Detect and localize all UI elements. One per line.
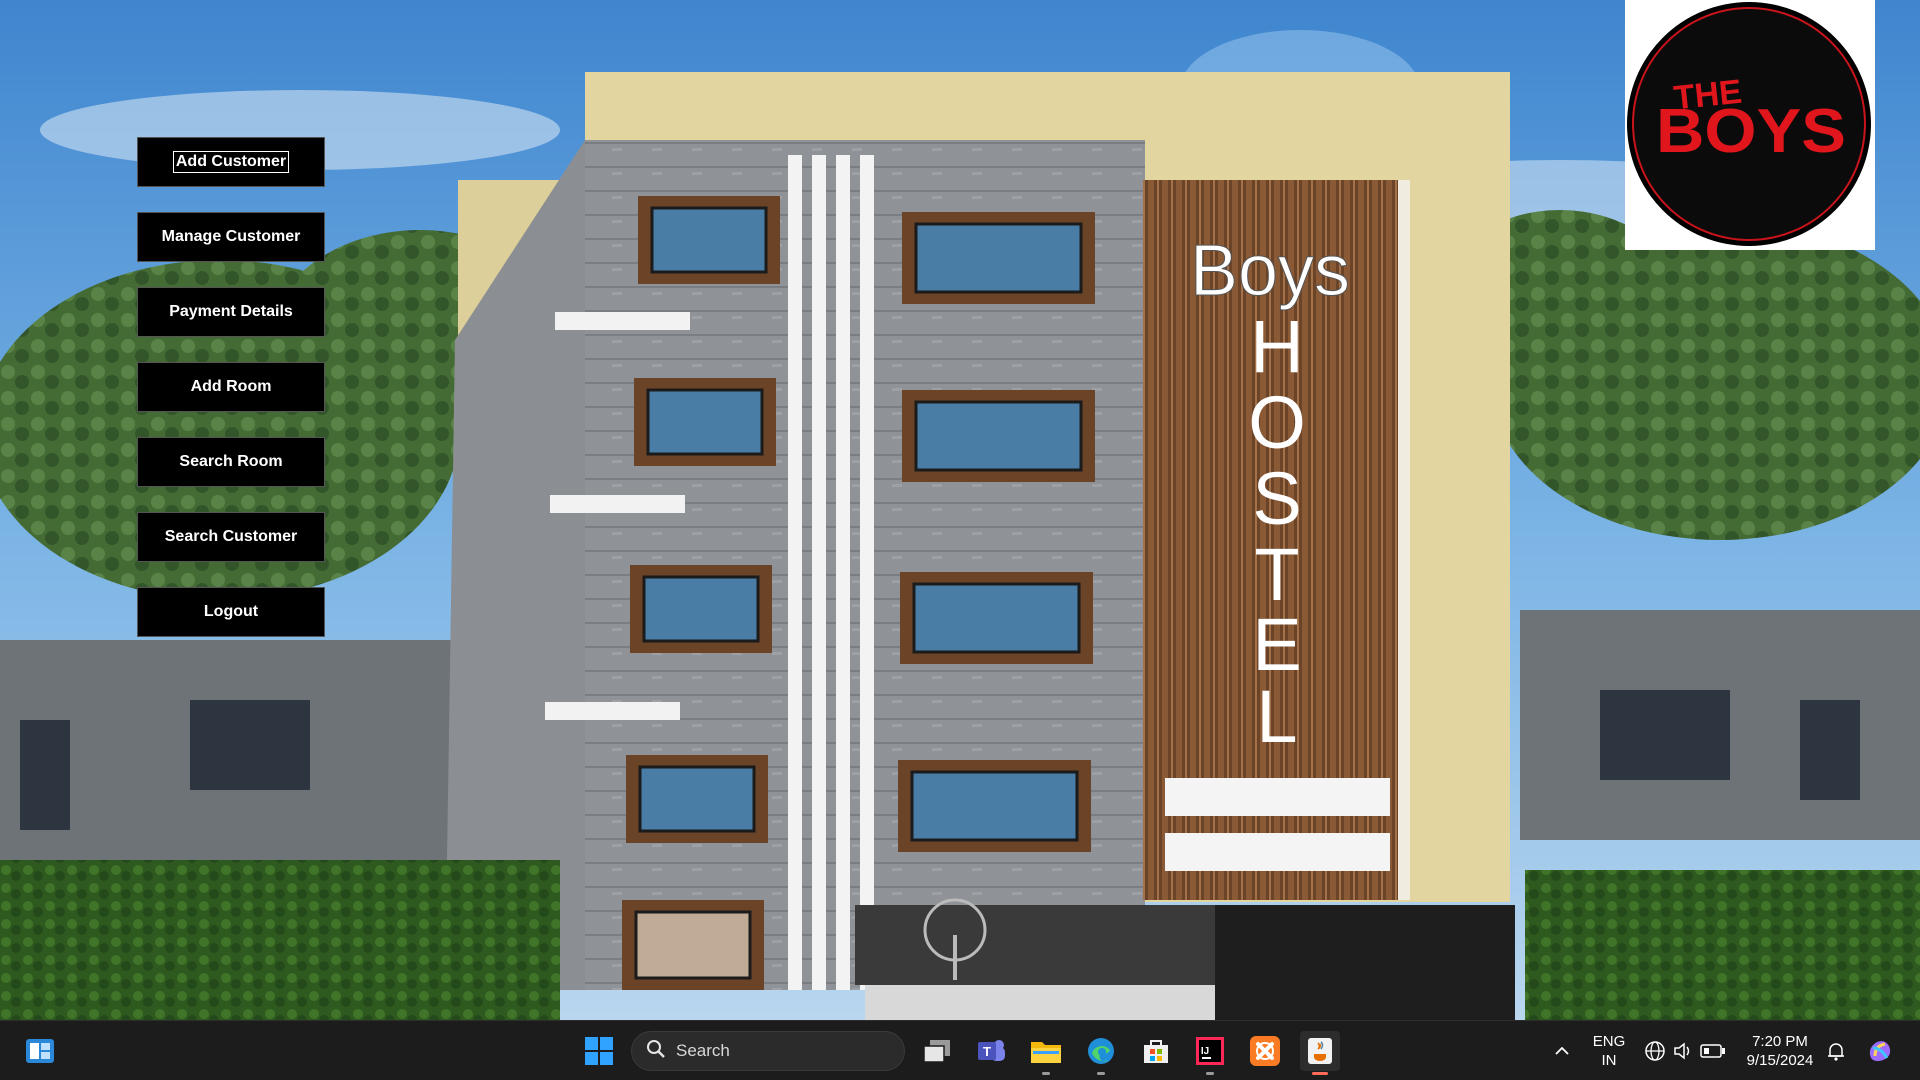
chevron-up-icon[interactable] <box>1542 1031 1582 1071</box>
language-code: ENG <box>1592 1033 1626 1050</box>
sign-letter: E <box>1252 603 1301 686</box>
add-room-button[interactable]: Add Room <box>137 362 325 412</box>
running-indicator <box>1042 1072 1050 1075</box>
sign-letter: S <box>1252 457 1301 540</box>
running-indicator <box>1206 1072 1214 1075</box>
sign-letter: L <box>1256 675 1297 758</box>
clock[interactable]: 7:20 PM 9/15/2024 <box>1738 1032 1822 1070</box>
clock-time: 7:20 PM <box>1752 1033 1808 1050</box>
logout-button[interactable]: Logout <box>137 587 325 637</box>
payment-details-button[interactable]: Payment Details <box>137 287 325 337</box>
battery-icon[interactable] <box>1693 1031 1733 1071</box>
active-indicator <box>1312 1072 1328 1075</box>
language-indicator[interactable]: ENG IN <box>1590 1032 1628 1070</box>
store-icon[interactable] <box>1136 1031 1176 1071</box>
payment-details-label: Payment Details <box>169 303 293 320</box>
taskbar-search-box[interactable]: Search <box>631 1031 905 1071</box>
copilot-icon[interactable] <box>1860 1031 1900 1071</box>
java-icon[interactable] <box>1300 1031 1340 1075</box>
search-icon <box>646 1039 666 1064</box>
sign-letter: H <box>1250 305 1303 388</box>
teams-icon[interactable]: T <box>972 1031 1012 1071</box>
sign-letter: O <box>1248 381 1306 464</box>
region-code: IN <box>1601 1052 1617 1069</box>
xampp-icon[interactable] <box>1245 1031 1285 1071</box>
clock-date: 9/15/2024 <box>1746 1052 1814 1069</box>
add-customer-label: Add Customer <box>172 151 290 173</box>
intellij-icon[interactable]: IJ <box>1190 1031 1230 1075</box>
the-boys-logo: THE BOYS <box>1625 0 1875 250</box>
edge-icon[interactable] <box>1081 1031 1121 1075</box>
notification-bell-icon[interactable] <box>1816 1031 1856 1071</box>
logout-label: Logout <box>203 603 259 620</box>
logo-text-boys: BOYS <box>1656 97 1846 166</box>
file-explorer-icon[interactable] <box>1026 1031 1066 1075</box>
start-windows-icon[interactable] <box>579 1031 619 1071</box>
svg-text:T: T <box>983 1044 991 1059</box>
task-view-icon[interactable] <box>917 1031 957 1071</box>
logo-emblem: THE BOYS <box>1627 2 1871 246</box>
manage-customer-label: Manage Customer <box>161 228 301 245</box>
add-customer-button[interactable]: Add Customer <box>137 137 325 187</box>
widgets-icon[interactable] <box>20 1031 60 1071</box>
search-customer-button[interactable]: Search Customer <box>137 512 325 562</box>
search-customer-label: Search Customer <box>164 528 298 545</box>
add-room-label: Add Room <box>190 378 272 395</box>
search-room-label: Search Room <box>179 453 283 470</box>
svg-text:IJ: IJ <box>1201 1046 1209 1057</box>
running-indicator <box>1097 1072 1105 1075</box>
manage-customer-button[interactable]: Manage Customer <box>137 212 325 262</box>
windows-taskbar: Search T IJ ENG IN 7:20 PM 9/15/2024 <box>0 1020 1920 1080</box>
taskbar-search-placeholder: Search <box>676 1041 730 1060</box>
sign-word-boys: Boys <box>1190 231 1350 311</box>
search-room-button[interactable]: Search Room <box>137 437 325 487</box>
